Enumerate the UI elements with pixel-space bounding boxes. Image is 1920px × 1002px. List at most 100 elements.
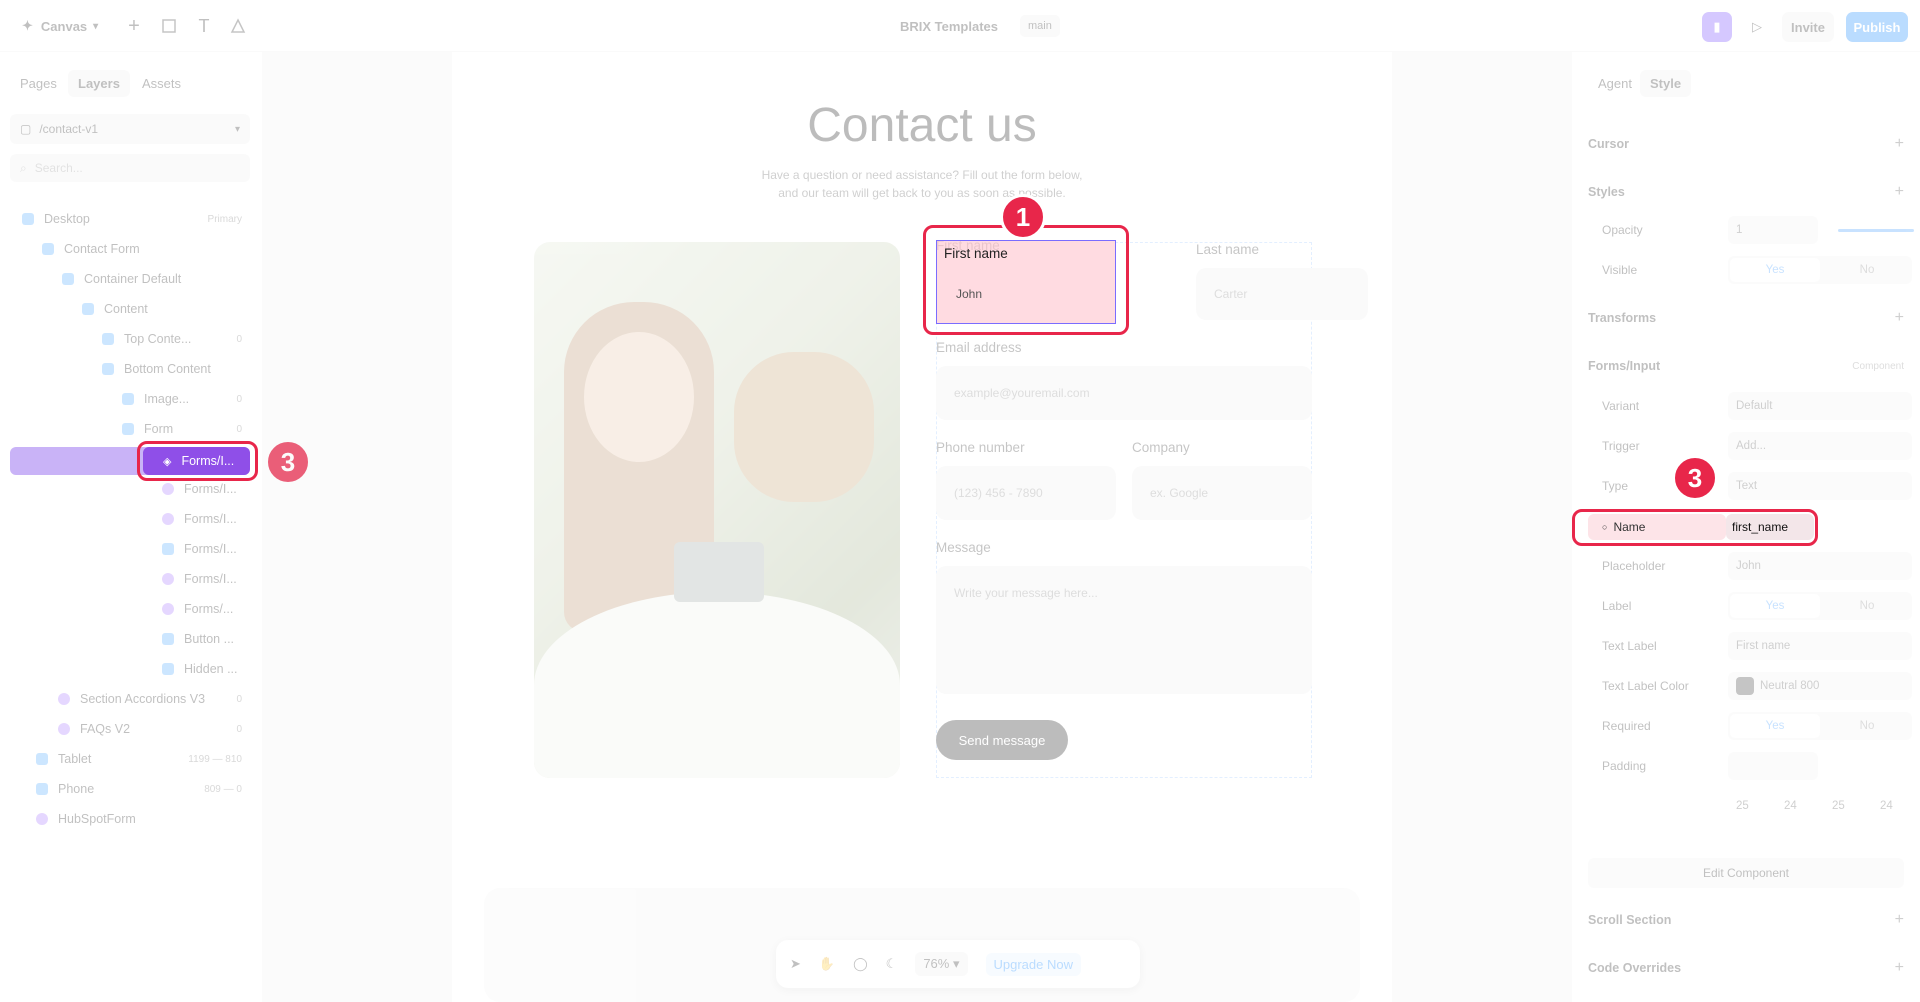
layer-row[interactable]: Hidden ... [0,654,262,684]
padding-right-value[interactable]: 24 [1784,800,1797,812]
placeholder-input[interactable]: John [1728,552,1912,580]
layer-row[interactable]: Forms/I... [0,504,262,534]
layer-row[interactable]: Form 0 [0,414,262,444]
layer-meta: Primary [207,213,242,225]
layer-row[interactable]: Forms/I... [0,534,262,564]
pointer-icon[interactable]: ➤ [790,956,801,972]
yes-option[interactable]: Yes [1730,258,1820,282]
layer-row[interactable]: Top Conte... 0 [0,324,262,354]
add-icon[interactable]: + [120,12,148,40]
layer-row[interactable]: Bottom Content [0,354,262,384]
tab-agent[interactable]: Agent [1588,70,1642,97]
layer-row[interactable]: Contact Form [0,234,262,264]
page-select[interactable]: ▢ /contact-v1 ▾ [10,114,250,144]
text-label-color-row: Text Label Color Neutral 800 [1588,670,1912,702]
branch-label: main [1028,20,1052,32]
no-option[interactable]: No [1822,256,1912,284]
invite-button[interactable]: Invite [1782,12,1834,42]
transforms-section[interactable]: Transforms + [1588,302,1904,334]
layer-row[interactable]: Button ... [0,624,262,654]
required-toggle[interactable]: Yes No [1728,712,1912,740]
stack-icon [62,273,74,285]
visible-toggle[interactable]: Yes No [1728,256,1912,284]
yes-option[interactable]: Yes [1730,714,1820,738]
padding-top-value[interactable]: 25 [1736,800,1749,812]
send-message-button[interactable]: Send message [936,720,1068,760]
add-icon[interactable]: + [1895,183,1904,201]
scroll-section[interactable]: Scroll Section + [1588,904,1904,936]
add-icon[interactable]: + [1895,135,1904,153]
layer-row[interactable]: Content [0,294,262,324]
layer-row[interactable]: Forms/I... [0,564,262,594]
zoom-select[interactable]: 76% ▾ [915,952,968,976]
color-swatch[interactable] [1736,677,1754,695]
opacity-input[interactable]: 1 [1728,216,1818,244]
layer-row[interactable]: Phone 809 — 0 [0,774,262,804]
layer-row[interactable]: Section Accordions V3 0 [0,684,262,714]
text-label-input[interactable]: First name [1728,632,1912,660]
person-left-face [584,332,694,462]
branch-badge[interactable]: main [1020,15,1060,37]
layer-row[interactable]: Image... 0 [0,384,262,414]
email-input[interactable]: example@youremail.com [936,366,1312,420]
bottom-toolbar: ➤ ✋ ◯ ☾ 76% ▾ Upgrade Now [776,940,1140,988]
analytics-icon[interactable]: ▮ [1702,12,1732,42]
zoom-value: 76% [923,956,950,971]
text-label-color-input[interactable]: Neutral 800 [1728,672,1912,700]
cursor-section[interactable]: Cursor + [1588,128,1904,160]
code-overrides-section[interactable]: Code Overrides + [1588,952,1904,984]
layer-row[interactable]: Forms/... [0,594,262,624]
add-icon[interactable]: + [1895,911,1904,929]
cursor-section-title: Cursor [1588,137,1629,151]
hand-icon[interactable]: ✋ [819,956,835,972]
last-name-input[interactable]: Carter [1196,268,1368,320]
tab-pages[interactable]: Pages [10,70,67,97]
layer-search-input[interactable]: ⌕ Search... [10,154,250,182]
publish-button[interactable]: Publish [1846,12,1908,42]
highlight-box [1572,509,1818,546]
add-icon[interactable]: + [1895,309,1904,327]
tab-assets[interactable]: Assets [132,70,191,97]
layer-row[interactable]: FAQs V2 0 [0,714,262,744]
text-tool-icon[interactable]: T [190,12,218,40]
padding-bottom-value[interactable]: 25 [1832,800,1845,812]
padding-input[interactable] [1728,752,1818,780]
type-select[interactable]: Text [1728,472,1912,500]
comment-icon[interactable]: ◯ [853,956,868,972]
play-icon[interactable]: ▷ [1742,12,1772,42]
edit-component-button[interactable]: Edit Component [1588,858,1904,888]
opacity-slider[interactable] [1838,228,1914,232]
layer-row[interactable]: HubSpotForm [0,804,262,834]
frame-icon[interactable] [155,12,183,40]
project-title[interactable]: BRIX Templates [900,14,998,38]
layer-row[interactable]: Container Default [0,264,262,294]
add-icon[interactable]: + [1895,959,1904,977]
app-menu-button[interactable]: ✦ Canvas ▾ [14,14,106,38]
layer-row[interactable]: Tablet 1199 — 810 [0,744,262,774]
styles-section[interactable]: Styles + [1588,176,1904,208]
padding-left-value[interactable]: 24 [1880,800,1893,812]
moon-icon[interactable]: ☾ [886,956,898,972]
component-icon [162,573,174,585]
no-option[interactable]: No [1822,592,1912,620]
styles-section-title: Styles [1588,185,1625,199]
tab-layers[interactable]: Layers [68,70,130,97]
yes-option[interactable]: Yes [1730,594,1820,618]
trigger-select[interactable]: Add... [1728,432,1912,460]
company-input[interactable]: ex. Google [1132,466,1312,520]
variant-select[interactable]: Default [1728,392,1912,420]
highlight-box [137,441,258,481]
tab-style[interactable]: Style [1640,70,1692,97]
chevron-down-icon: ▾ [93,20,99,32]
upgrade-button[interactable]: Upgrade Now [985,952,1081,976]
layer-search-placeholder: Search... [34,161,83,175]
trigger-label: Trigger [1602,439,1640,453]
no-option[interactable]: No [1822,712,1912,740]
shape-tool-icon[interactable] [224,12,252,40]
message-textarea[interactable]: Write your message here... [936,566,1312,694]
text-label-color-label: Text Label Color [1602,679,1689,693]
phone-input[interactable]: (123) 456 - 7890 [936,466,1116,520]
label-toggle[interactable]: Yes No [1728,592,1912,620]
frame-icon [22,213,34,225]
layer-row[interactable]: Desktop Primary [0,204,262,234]
